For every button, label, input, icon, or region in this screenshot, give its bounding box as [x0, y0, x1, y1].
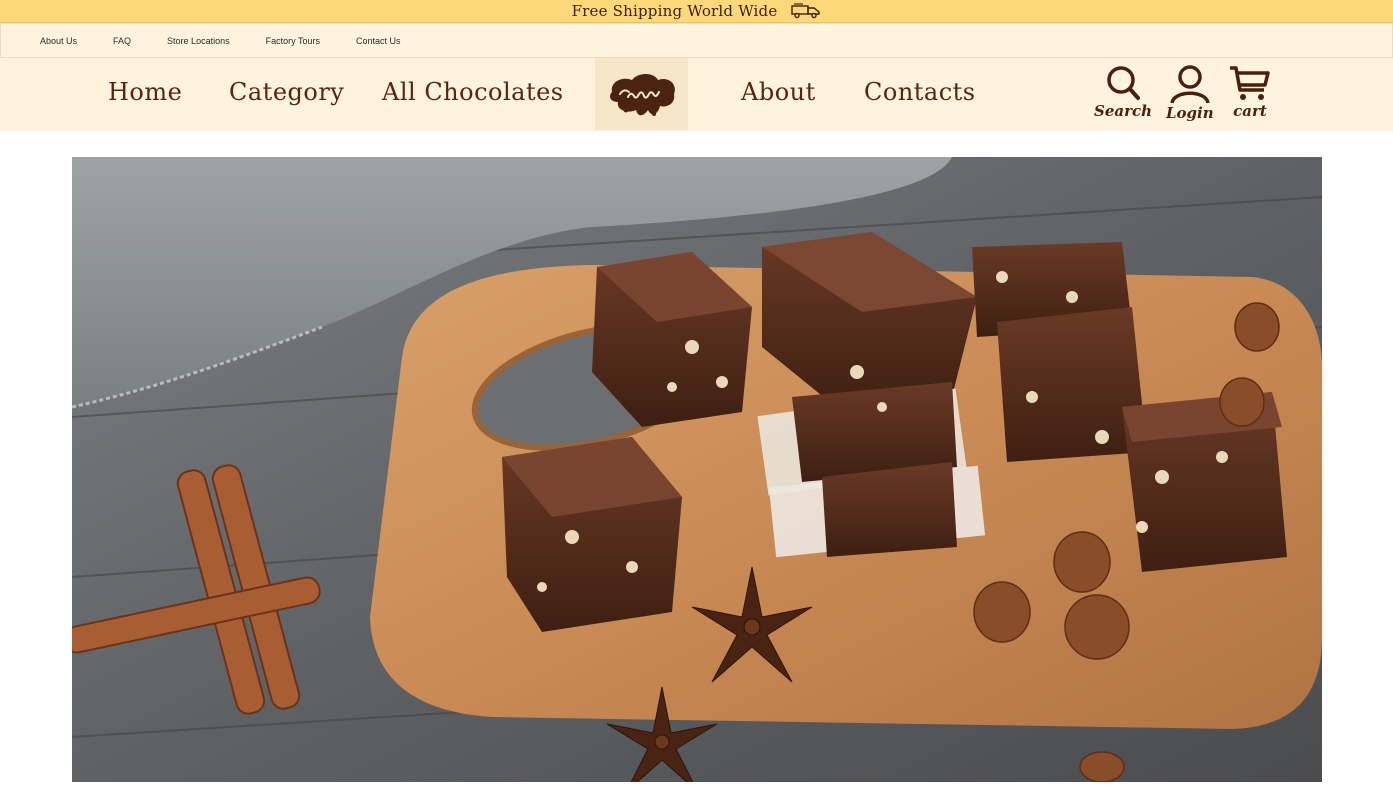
cart-icon [1230, 66, 1270, 100]
utility-link-factory-tours[interactable]: Factory Tours [266, 36, 320, 46]
site-logo[interactable] [595, 58, 688, 130]
hero-image [72, 157, 1322, 782]
utility-bar: About Us FAQ Store Locations Factory Tou… [0, 23, 1393, 58]
nav-about[interactable]: About [741, 78, 816, 106]
promo-text: Free Shipping World Wide [571, 2, 778, 20]
utility-link-about-us[interactable]: About Us [40, 36, 77, 46]
nav-contacts[interactable]: Contacts [864, 78, 976, 106]
search-button[interactable]: Search [1094, 64, 1152, 120]
nav-all-chocolates[interactable]: All Chocolates [382, 78, 564, 106]
cart-button[interactable]: cart [1228, 64, 1272, 120]
login-button[interactable]: Login [1166, 64, 1214, 122]
hero-illustration [72, 157, 1322, 782]
login-label: Login [1166, 104, 1214, 122]
nav-home[interactable]: Home [108, 78, 182, 106]
utility-link-contact-us[interactable]: Contact Us [356, 36, 401, 46]
nav-category[interactable]: Category [229, 78, 344, 106]
utility-link-store-locations[interactable]: Store Locations [167, 36, 230, 46]
search-label: Search [1094, 102, 1153, 120]
promo-bar: Free Shipping World Wide [0, 0, 1393, 23]
user-icon [1170, 65, 1210, 104]
chocolate-logo-icon [609, 74, 675, 116]
search-icon [1107, 66, 1141, 100]
truck-icon [791, 3, 821, 19]
cart-label: cart [1233, 102, 1267, 120]
utility-link-faq[interactable]: FAQ [113, 36, 131, 46]
main-nav: Home Category All Chocolates About Conta… [0, 58, 1393, 131]
